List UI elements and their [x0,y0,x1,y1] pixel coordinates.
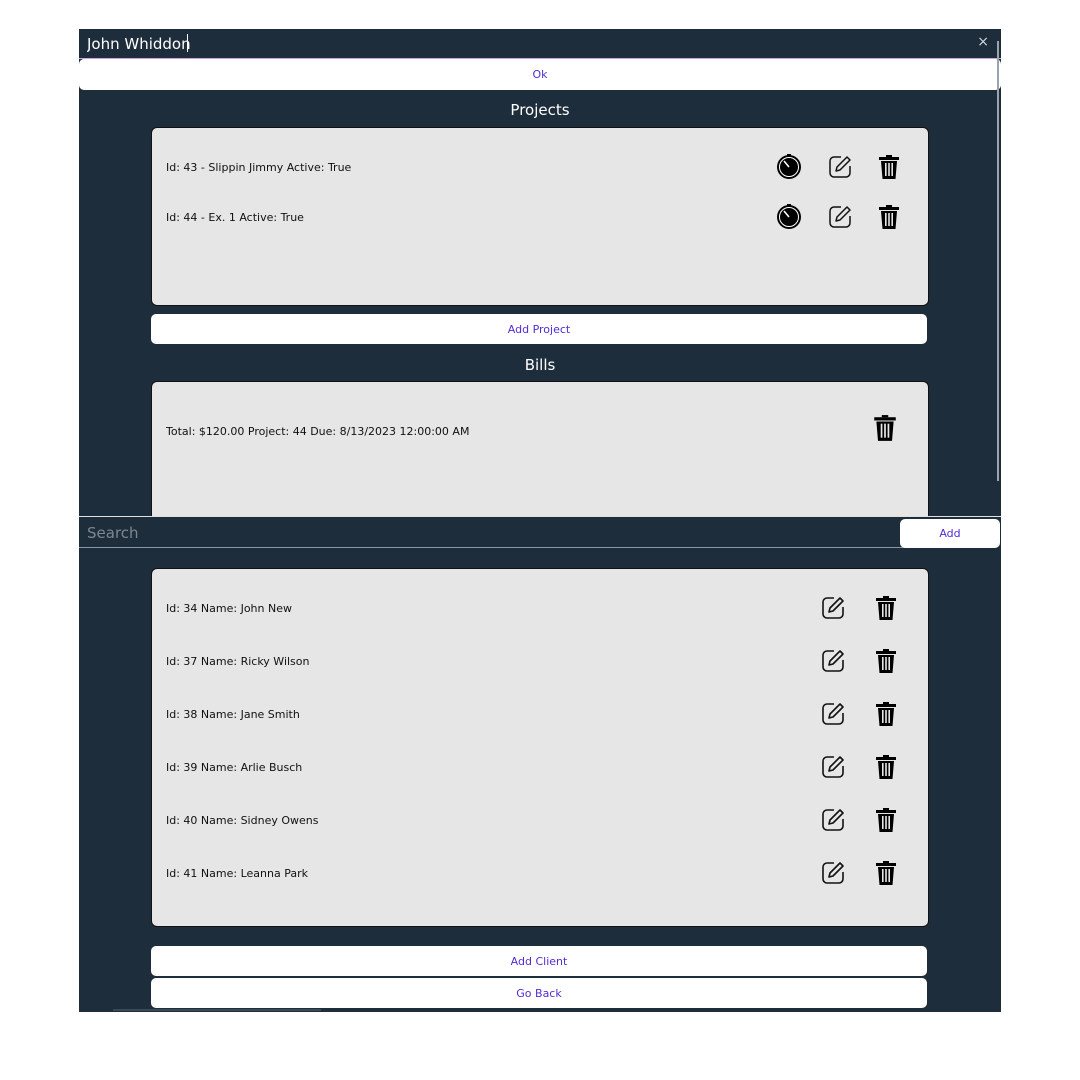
add-button[interactable]: Add [900,519,1000,548]
edit-icon[interactable] [820,648,846,674]
project-label: Id: 43 - Slippin Jimmy Active: True [166,161,352,174]
project-label: Id: 44 - Ex. 1 Active: True [166,211,304,224]
search-input[interactable] [79,519,905,548]
client-name-bar: × [79,29,1001,59]
client-name-input[interactable] [87,32,957,56]
edit-icon[interactable] [820,595,846,621]
projects-title: Projects [510,101,570,119]
trash-icon[interactable] [873,807,899,833]
client-row[interactable]: Id: 41 Name: Leanna Park [152,859,928,889]
bills-title: Bills [524,356,556,374]
add-project-button[interactable]: Add Project [151,314,927,344]
edit-icon[interactable] [827,204,853,230]
trash-icon[interactable] [873,595,899,621]
scrollbar[interactable] [997,41,999,481]
go-back-button[interactable]: Go Back [151,978,927,1008]
trash-icon[interactable] [871,413,899,445]
clients-list: Id: 34 Name: John New Id: 37 Name: Ricky… [151,568,929,927]
project-row[interactable]: Id: 43 - Slippin Jimmy Active: True [152,153,928,183]
client-row[interactable]: Id: 40 Name: Sidney Owens [152,806,928,836]
client-label: Id: 37 Name: Ricky Wilson [166,655,310,668]
trash-icon[interactable] [873,754,899,780]
trash-icon[interactable] [873,701,899,727]
client-label: Id: 41 Name: Leanna Park [166,867,308,880]
client-label: Id: 40 Name: Sidney Owens [166,814,319,827]
trash-icon[interactable] [876,204,902,230]
app-window: × Ok Projects Id: 43 - Slippin Jimmy Act… [79,29,1001,1012]
bill-label: Total: $120.00 Project: 44 Due: 8/13/202… [166,425,470,438]
edit-icon[interactable] [827,154,853,180]
trash-icon[interactable] [873,860,899,886]
bottom-divider [113,1009,321,1011]
edit-icon[interactable] [820,754,846,780]
project-row[interactable]: Id: 44 - Ex. 1 Active: True [152,203,928,233]
text-caret [187,34,188,52]
edit-icon[interactable] [820,701,846,727]
client-row[interactable]: Id: 39 Name: Arlie Busch [152,753,928,783]
client-label: Id: 34 Name: John New [166,602,292,615]
projects-list: Id: 43 - Slippin Jimmy Active: True Id: … [151,127,929,306]
timer-icon[interactable] [776,204,802,230]
search-bar: Add [79,516,1001,550]
close-icon[interactable]: × [977,34,989,50]
client-label: Id: 39 Name: Arlie Busch [166,761,303,774]
bills-list: Total: $120.00 Project: 44 Due: 8/13/202… [151,381,929,522]
trash-icon[interactable] [873,648,899,674]
bill-row[interactable]: Total: $120.00 Project: 44 Due: 8/13/202… [152,415,928,447]
edit-icon[interactable] [820,860,846,886]
add-client-button[interactable]: Add Client [151,946,927,976]
client-row[interactable]: Id: 37 Name: Ricky Wilson [152,647,928,677]
client-row[interactable]: Id: 38 Name: Jane Smith [152,700,928,730]
ok-button[interactable]: Ok [79,59,1001,90]
client-label: Id: 38 Name: Jane Smith [166,708,300,721]
edit-icon[interactable] [820,807,846,833]
client-row[interactable]: Id: 34 Name: John New [152,594,928,624]
trash-icon[interactable] [876,154,902,180]
timer-icon[interactable] [776,154,802,180]
